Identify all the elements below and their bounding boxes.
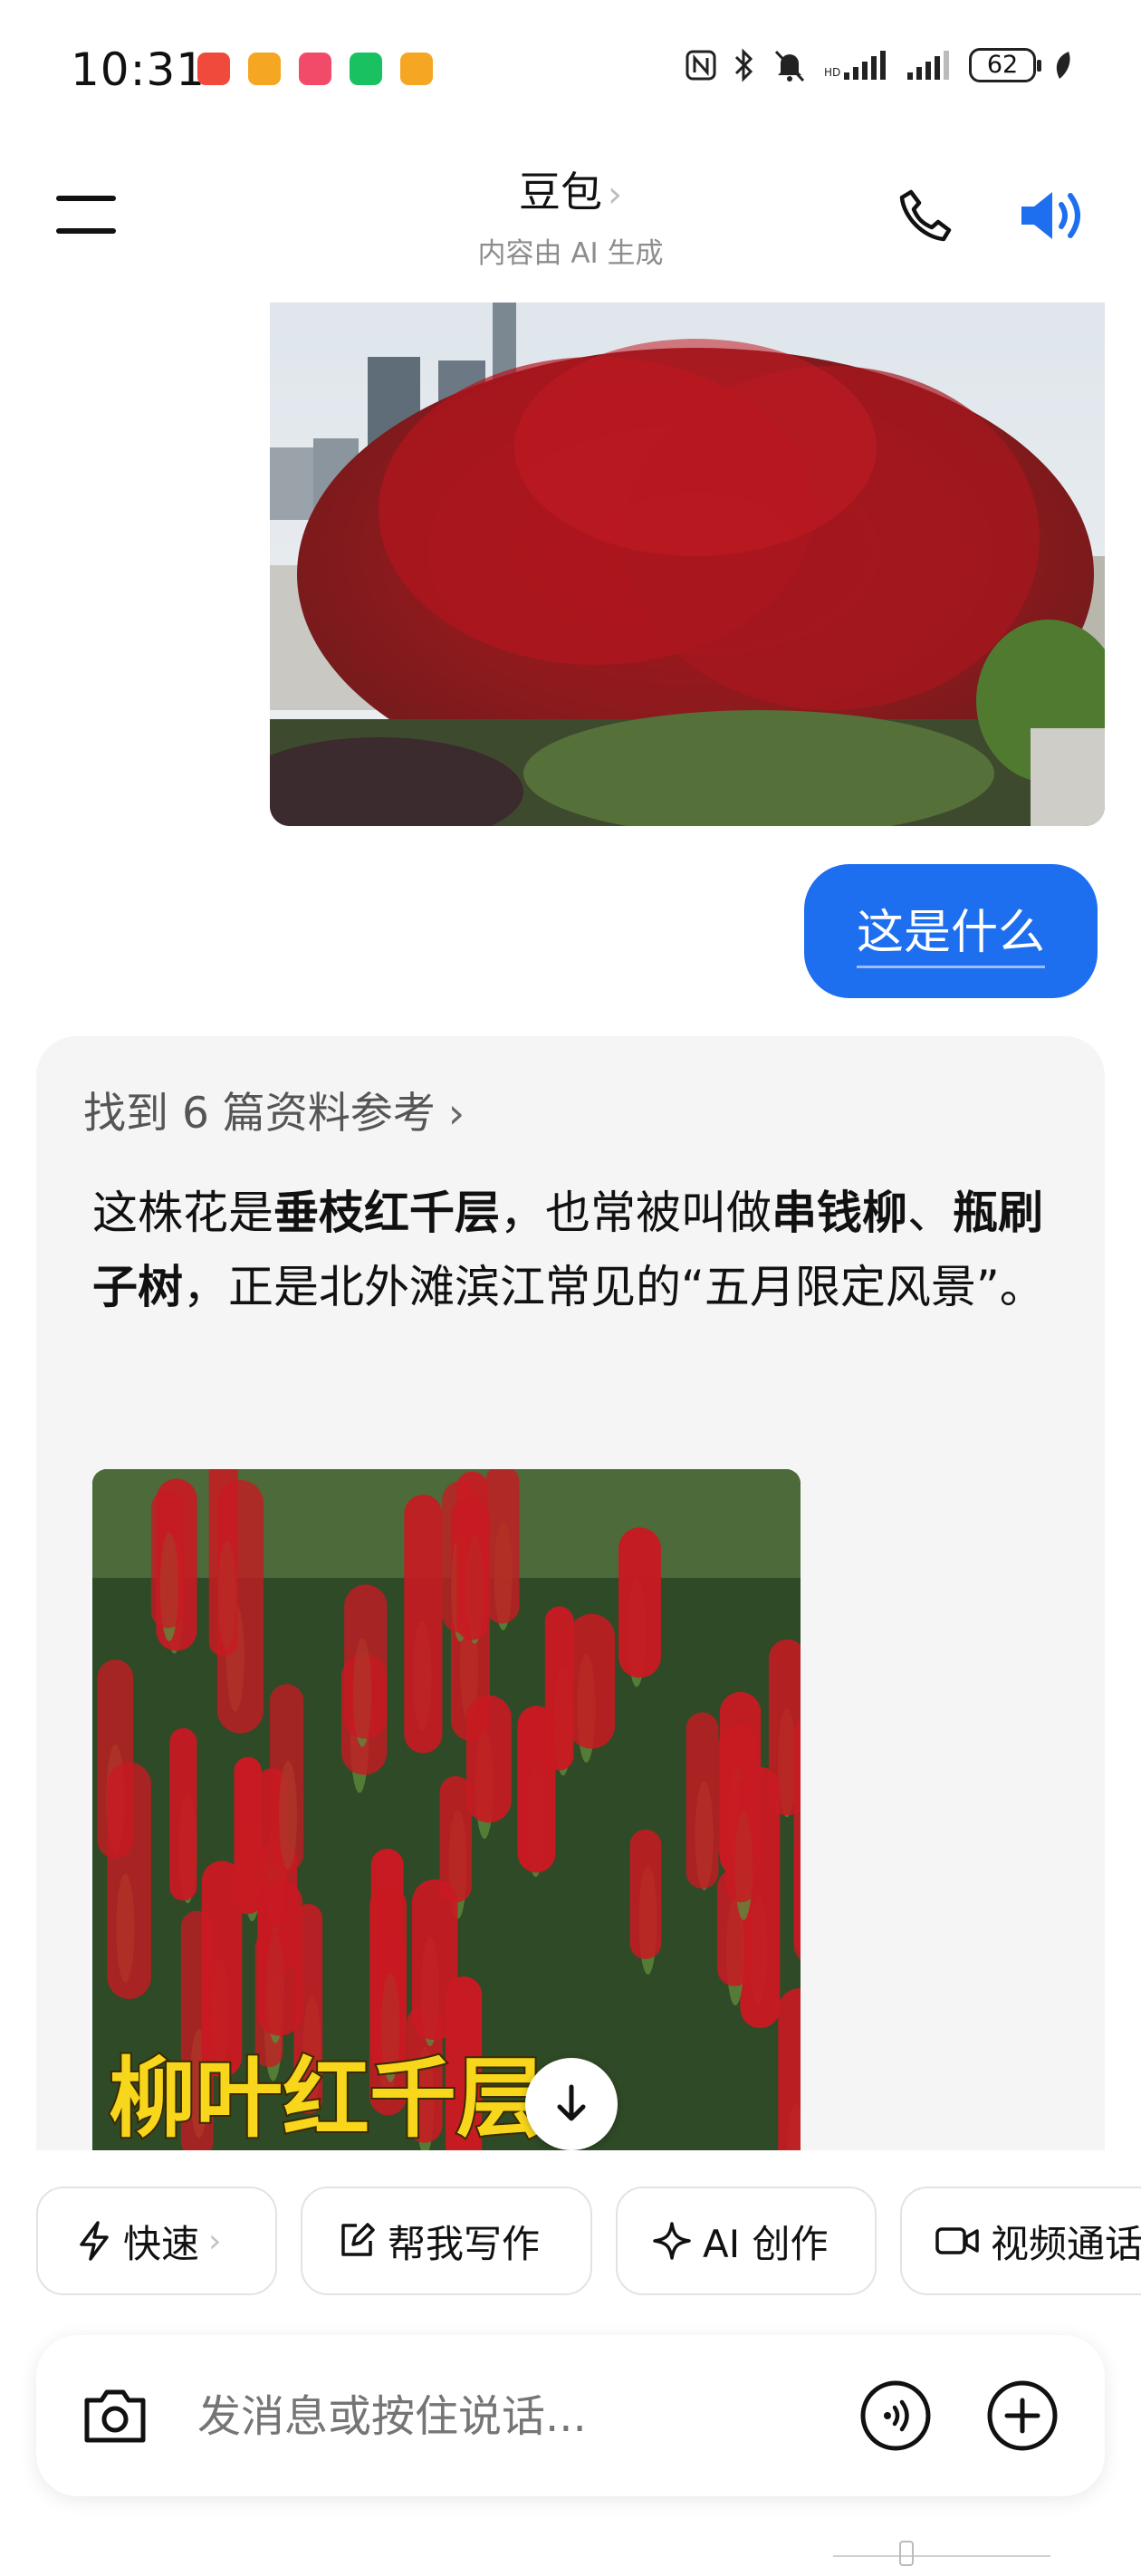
nfc-icon <box>686 50 716 81</box>
flower-spike <box>234 1756 262 1915</box>
chip-write[interactable]: 帮我写作 <box>301 2187 592 2295</box>
chat-header: 豆包 › 内容由 AI 生成 <box>0 154 1141 299</box>
camera-button[interactable] <box>78 2379 152 2453</box>
notes-icon <box>248 53 281 85</box>
speaker-button[interactable] <box>1018 183 1088 248</box>
status-bar: 10:31 HD 62 <box>0 0 1141 136</box>
page-title[interactable]: 豆包 <box>519 168 602 216</box>
chip-label: 视频通话 <box>991 2221 1141 2266</box>
chip-label: 帮我写作 <box>388 2221 541 2266</box>
mute-icon <box>774 50 805 82</box>
answer-bold-segment: 串钱柳 <box>772 1187 907 1239</box>
lightning-icon <box>80 2221 109 2261</box>
flower-spike <box>466 1695 512 1823</box>
message-input[interactable] <box>196 2384 743 2449</box>
chevron-right-icon: › <box>208 2222 222 2260</box>
flower-spike <box>257 1879 303 2036</box>
flower-spike <box>404 1495 443 1754</box>
flower-spike <box>778 1988 801 2150</box>
user-message-text: 这是什么 <box>856 894 1045 968</box>
chip-label: AI 创作 <box>703 2221 829 2266</box>
home-indicator <box>833 2541 1050 2566</box>
notification-icons <box>197 53 433 85</box>
wechat-icon <box>350 53 382 85</box>
plus-icon <box>987 2380 1058 2451</box>
flower-spike <box>568 1613 616 1749</box>
flower-spike <box>725 1780 756 1903</box>
user-sent-photo[interactable] <box>270 303 1105 826</box>
answer-bold-segment: 垂枝红千层 <box>273 1187 500 1239</box>
references-link[interactable]: 找到 6 篇资料参考 › <box>83 1078 465 1140</box>
flower-spike <box>107 1762 151 1999</box>
chevron-right-icon: › <box>447 1089 465 1138</box>
arrow-down-icon <box>557 2084 586 2121</box>
bottlebrush-flowers-photo: 柳叶红千层 <box>92 1469 801 2150</box>
message-input-bar <box>36 2335 1105 2496</box>
phone-button[interactable] <box>895 185 956 246</box>
quick-actions-bar: 快速 › 帮我写作 AI 创作 视频通话 <box>36 2187 1141 2297</box>
flower-spike <box>456 1471 488 1640</box>
leaf-icon <box>1056 52 1070 79</box>
user-message-bubble[interactable]: 这是什么 <box>804 864 1098 998</box>
references-label: 找到 6 篇资料参考 <box>83 1089 436 1139</box>
flower-spike <box>344 1584 388 1739</box>
flower-spike <box>517 1706 556 1873</box>
flower-spike <box>629 1829 662 1959</box>
chip-label: 快速 <box>123 2221 200 2266</box>
flower-spike <box>269 1684 304 1871</box>
sparkle-icon <box>653 2222 691 2260</box>
flower-spike <box>618 1527 661 1678</box>
speaker-icon <box>1021 192 1080 239</box>
flower-spike <box>686 1712 719 1889</box>
answer-segment: ，也常被叫做 <box>500 1187 772 1239</box>
title-area[interactable]: 豆包 › 内容由 AI 生成 <box>0 159 1141 271</box>
status-time: 10:31 <box>71 43 206 96</box>
flower-spike <box>169 1727 197 1901</box>
signal-icon <box>907 51 949 80</box>
ai-answer-text: 这株花是垂枝红千层，也常被叫做串钱柳、瓶刷子树，正是北外滩滨江常见的“五月限定风… <box>92 1176 1070 1324</box>
chip-video-call[interactable]: 视频通话 <box>900 2187 1141 2295</box>
voice-button[interactable] <box>858 2379 933 2453</box>
page-subtitle: 内容由 AI 生成 <box>477 237 664 270</box>
add-button[interactable] <box>985 2379 1060 2453</box>
video-icon <box>935 2227 979 2254</box>
scroll-down-button[interactable] <box>525 2058 618 2150</box>
chevron-right-icon: › <box>608 174 622 216</box>
edit-icon <box>341 2223 375 2256</box>
svg-text:HD: HD <box>824 66 840 79</box>
phone-icon <box>899 189 952 242</box>
chip-quick[interactable]: 快速 › <box>36 2187 277 2295</box>
voice-icon <box>860 2380 931 2451</box>
missed-call-icon <box>197 53 230 85</box>
flower-spike <box>150 1490 185 1629</box>
notes-icon <box>400 53 433 85</box>
app-icon <box>299 53 331 85</box>
chip-ai-create[interactable]: AI 创作 <box>616 2187 877 2295</box>
bottlebrush-tree-photo <box>270 303 1105 826</box>
camera-icon <box>84 2389 146 2443</box>
flower-spike <box>208 1469 238 1657</box>
flower-spike <box>793 1838 801 1961</box>
flower-spike <box>484 1469 520 1624</box>
battery-icon: 62 <box>969 48 1041 82</box>
answer-segment: 这株花是 <box>92 1187 273 1239</box>
bluetooth-icon <box>734 48 753 82</box>
answer-segment: 、 <box>907 1187 953 1239</box>
signal-icon: HD <box>824 51 886 80</box>
image-caption-text: 柳叶红千层 <box>109 2048 543 2149</box>
answer-image[interactable]: 柳叶红千层 <box>92 1469 801 2150</box>
answer-segment: ，正是北外滩滨江常见的“五月限定风景”。 <box>183 1261 1045 1313</box>
system-icons: HD 62 <box>685 47 1072 83</box>
ai-reply-card: 找到 6 篇资料参考 › 这株花是垂枝红千层，也常被叫做串钱柳、瓶刷子树，正是北外… <box>36 1036 1105 2150</box>
